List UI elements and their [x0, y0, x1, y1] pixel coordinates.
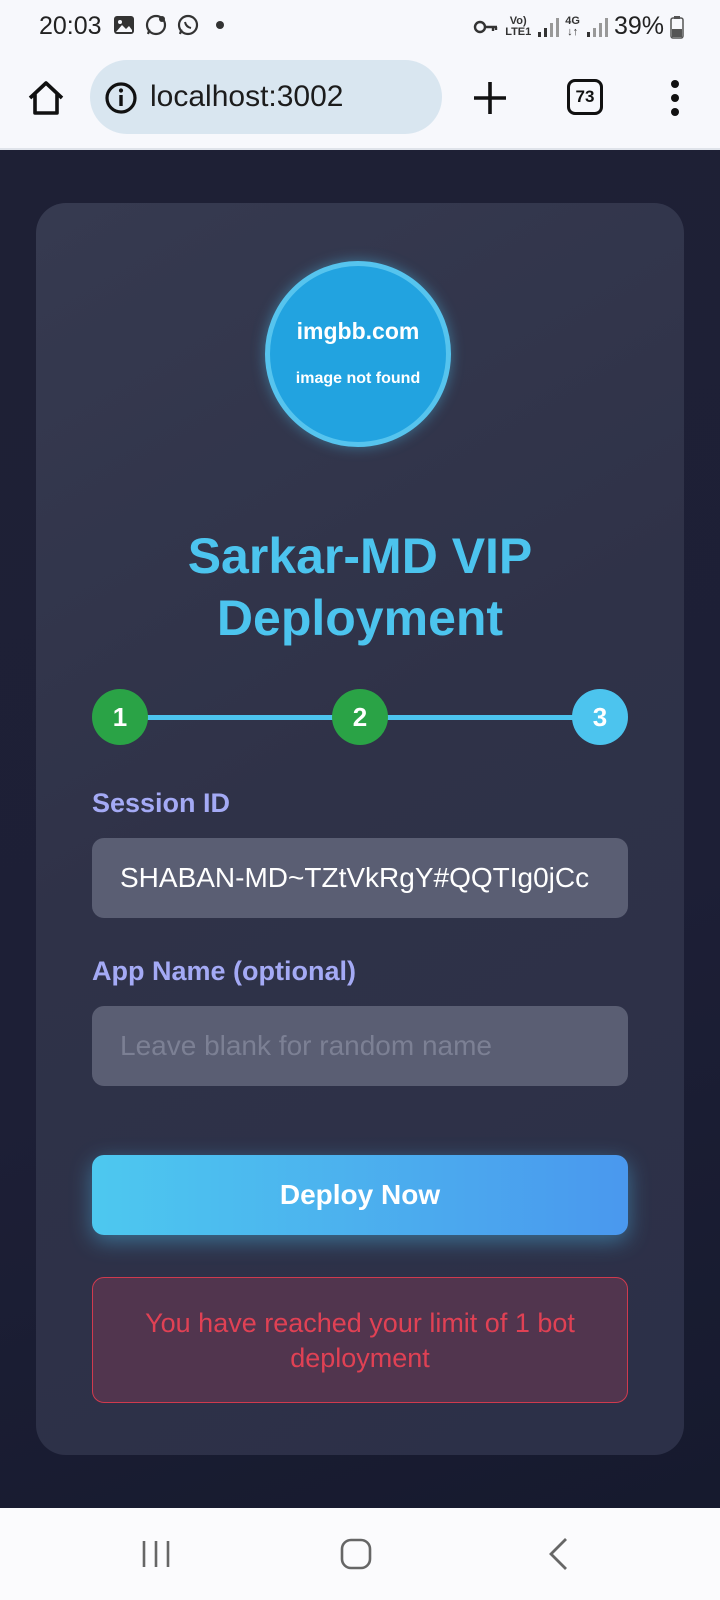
avatar-text-line2: image not found: [295, 370, 421, 387]
bot-avatar: imgbb.com image not found: [265, 261, 451, 447]
whatsapp-business-icon: [145, 14, 167, 36]
lte-label: LTE1: [505, 25, 532, 38]
session-id-input[interactable]: SHABAN-MD~TZtVkRgY#QQTIg0jCc: [92, 838, 628, 918]
info-icon[interactable]: [104, 81, 138, 115]
step-2: 2: [332, 689, 388, 745]
browser-toolbar: localhost:3002 73: [0, 52, 720, 150]
app-name-label: App Name (optional): [92, 956, 356, 986]
whatsapp-icon: [177, 14, 199, 36]
system-status-icons: Vo) LTE1 4G ↓↑ 39%: [473, 12, 684, 41]
more-vertical-icon[interactable]: [660, 76, 690, 120]
deploy-now-button[interactable]: Deploy Now: [92, 1155, 628, 1235]
step-1: 1: [92, 689, 148, 745]
volte-indicator: Vo) LTE1: [505, 14, 532, 38]
step-progress: 1 2 3: [92, 689, 628, 745]
signal-icon: [538, 17, 560, 37]
back-icon[interactable]: [538, 1532, 582, 1576]
battery-icon: [670, 15, 684, 39]
deployment-card: imgbb.com image not found Sarkar-MD VIP …: [36, 203, 684, 1455]
step-3: 3: [572, 689, 628, 745]
network-type-indicator: 4G ↓↑: [565, 14, 580, 38]
notification-icons: [112, 13, 224, 37]
home-nav-icon[interactable]: [334, 1532, 378, 1576]
battery-percentage: 39%: [613, 12, 664, 40]
page-title: Sarkar-MD VIP Deployment: [187, 528, 533, 646]
error-message: You have reached your limit of 1 bot dep…: [92, 1277, 628, 1403]
address-bar[interactable]: localhost:3002: [90, 60, 442, 134]
avatar-text-line1: imgbb.com: [296, 318, 420, 344]
url-text[interactable]: localhost:3002: [150, 80, 343, 114]
volte-label: Vo): [509, 14, 527, 27]
tab-switcher-button[interactable]: 73: [567, 79, 603, 115]
home-icon[interactable]: [24, 76, 68, 120]
status-bar: 20:03 Vo) LTE1 4G ↓↑ 39%: [0, 0, 720, 52]
session-id-label: Session ID: [92, 788, 231, 818]
more-notifications-dot: [216, 21, 224, 29]
network-type-label: 4G: [565, 14, 580, 27]
status-time: 20:03: [39, 12, 102, 40]
vpn-key-icon: [473, 20, 498, 33]
page-background: imgbb.com image not found Sarkar-MD VIP …: [0, 150, 720, 1508]
system-nav-bar: [0, 1508, 720, 1600]
recents-icon[interactable]: [134, 1532, 178, 1576]
signal-2-icon: [586, 17, 608, 37]
gallery-icon: [114, 16, 134, 34]
app-name-input[interactable]: Leave blank for random name: [92, 1006, 628, 1086]
plus-icon[interactable]: [470, 76, 510, 120]
data-activity-arrows: ↓↑: [567, 25, 579, 38]
